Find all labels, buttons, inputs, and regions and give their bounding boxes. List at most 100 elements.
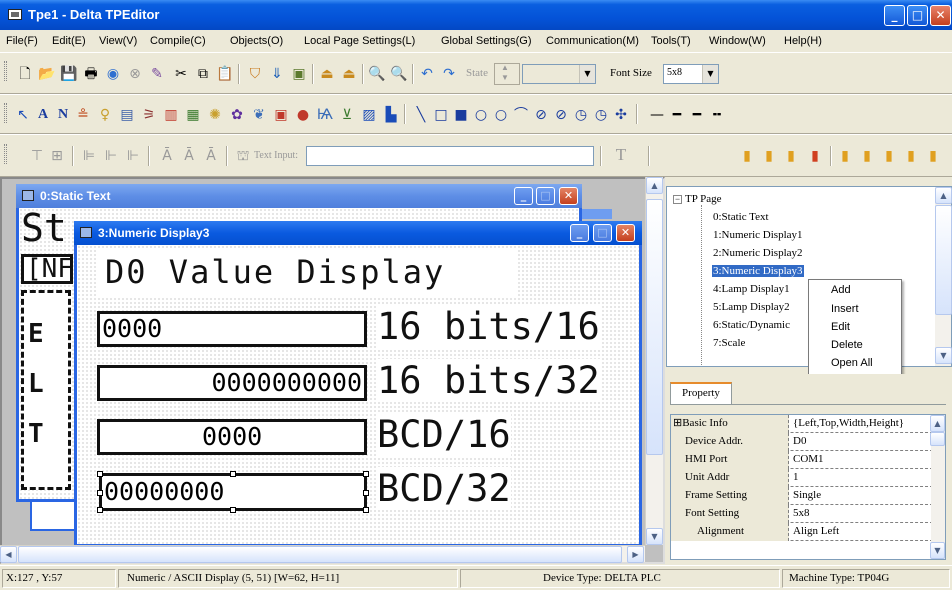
resize-handle[interactable]	[97, 471, 103, 477]
numeric-field-4-selected[interactable]: 00000000	[97, 471, 369, 513]
chevron-down-icon[interactable]: ▼	[702, 65, 718, 83]
align-left-icon[interactable]: ⊫	[80, 148, 98, 164]
line-icon[interactable]: ╲	[412, 107, 430, 123]
scroll-down-icon[interactable]: ▼	[935, 347, 952, 364]
menu-global-settings[interactable]: Global Settings(G)	[441, 35, 531, 47]
align-top-icon[interactable]: ⊤	[28, 148, 46, 164]
static-text-titlebar[interactable]: 0:Static Text _ □ ✕	[16, 184, 582, 208]
scroll-left-icon[interactable]: ◀	[0, 546, 17, 563]
move-down-icon[interactable]: ▮	[858, 148, 876, 164]
resize-handle[interactable]	[363, 507, 369, 513]
context-insert[interactable]: Insert	[831, 303, 859, 315]
menu-help[interactable]: Help(H)	[784, 35, 822, 47]
send-back-icon[interactable]: ▮	[760, 148, 778, 164]
scroll-up-icon[interactable]: ▲	[930, 415, 945, 432]
sector-icon[interactable]: ⊘	[552, 107, 570, 123]
chart-icon[interactable]: ⛉	[246, 66, 264, 82]
tree-item[interactable]: 4:Lamp Display1	[713, 283, 790, 295]
property-row[interactable]: Frame Setting Single	[671, 487, 933, 505]
numeric-display-icon[interactable]: N	[54, 107, 72, 123]
lamp-icon[interactable]: ♀	[96, 107, 114, 123]
align-right-icon[interactable]: ⊩	[124, 148, 142, 164]
download-icon[interactable]: ⇓	[268, 66, 286, 82]
move-more-icon[interactable]: ▮	[924, 148, 942, 164]
button-icon[interactable]: ●	[294, 107, 312, 123]
stop-icon[interactable]: ⊗	[126, 66, 144, 82]
trend-icon[interactable]: ▨	[360, 107, 378, 123]
toolbar-grip[interactable]	[4, 103, 7, 123]
minimize-button[interactable]: _	[884, 5, 905, 26]
property-row[interactable]: HMI Port COM1	[671, 451, 933, 469]
state-dropdown[interactable]: ▼	[522, 64, 596, 84]
input-icon[interactable]: ⊻	[338, 107, 356, 123]
send-backward-icon[interactable]: ▮	[806, 148, 824, 164]
child-close-button[interactable]: ✕	[559, 187, 578, 205]
align-center-v-icon[interactable]: ⊞	[48, 148, 66, 164]
tree-vertical-scrollbar[interactable]: ▲ ▼	[935, 187, 952, 366]
tree-item[interactable]: 1:Numeric Display1	[713, 229, 803, 241]
tree-item[interactable]: 2:Numeric Display2	[713, 247, 803, 259]
property-row[interactable]: Device Addr. D0	[671, 433, 933, 451]
context-delete[interactable]: Delete	[831, 339, 863, 351]
spin-down-icon[interactable]: ▼	[501, 73, 509, 82]
line-style-thin-icon[interactable]: —	[648, 107, 666, 123]
zoom-out-icon[interactable]: 🔍	[390, 66, 408, 82]
polygon-icon[interactable]: ◷	[592, 107, 610, 123]
spin-up-icon[interactable]: ▲	[501, 63, 509, 72]
menu-local-page-settings[interactable]: Local Page Settings(L)	[304, 35, 415, 47]
font-size-dropdown[interactable]: 5x8 ▼	[663, 64, 719, 84]
numeric-display-canvas[interactable]: D0 Value Display 0000 16 bits/16 0000000…	[77, 245, 639, 544]
menu-view[interactable]: View(V)	[99, 35, 137, 47]
download-hmi-icon[interactable]: ⏏	[340, 66, 358, 82]
property-row[interactable]: ⊞Basic Info {Left,Top,Width,Height}	[671, 415, 933, 433]
tree-item[interactable]: 7:Scale	[713, 337, 745, 349]
filled-rectangle-icon[interactable]: ■	[452, 107, 470, 123]
child-maximize-button[interactable]: □	[593, 224, 612, 242]
open-folder-icon[interactable]: 📂	[38, 66, 56, 82]
property-grid[interactable]: ⊞Basic Info {Left,Top,Width,Height} Devi…	[670, 414, 946, 560]
tree-item[interactable]: 5:Lamp Display2	[713, 301, 790, 313]
numeric-field-3[interactable]: 0000	[97, 419, 367, 455]
property-row[interactable]: Alignment Align Left	[671, 523, 933, 541]
property-value[interactable]: D0	[793, 433, 931, 450]
heading-text-object[interactable]: D0 Value Display	[97, 249, 517, 297]
move-up-icon[interactable]: ▮	[836, 148, 854, 164]
static-side-box[interactable]: E L T	[21, 290, 71, 490]
group-icon[interactable]: ⛫	[234, 148, 252, 164]
resize-handle[interactable]	[363, 471, 369, 477]
scroll-thumb[interactable]	[930, 432, 945, 446]
line-style-thick-icon[interactable]: ━	[688, 107, 706, 123]
chevron-down-icon[interactable]: ▼	[579, 65, 595, 83]
property-value[interactable]: 1	[793, 469, 931, 486]
tree-item-selected[interactable]: 3:Numeric Display3	[712, 265, 804, 277]
alarm-icon[interactable]: ❦	[250, 107, 268, 123]
resize-handle[interactable]	[230, 507, 236, 513]
resize-handle[interactable]	[97, 507, 103, 513]
cut-icon[interactable]: ✂	[172, 66, 190, 82]
bring-front-icon[interactable]: ▮	[738, 148, 756, 164]
scroll-down-icon[interactable]: ▼	[646, 528, 663, 545]
toolbar-grip[interactable]	[4, 144, 7, 164]
meter-icon[interactable]: ▦	[184, 107, 202, 123]
mdi-vertical-scrollbar[interactable]: ▲ ▼	[645, 177, 663, 545]
tree-root[interactable]: TP Page	[685, 193, 722, 205]
scroll-thumb[interactable]	[935, 205, 952, 315]
property-value[interactable]: COM1	[793, 451, 931, 468]
select-pointer-icon[interactable]: ↖	[14, 107, 32, 123]
align-center-h-icon[interactable]: ⊩	[102, 148, 120, 164]
clock-icon[interactable]: ▣	[272, 107, 290, 123]
save-icon[interactable]: 💾	[60, 66, 78, 82]
arc-icon[interactable]: ⌒	[512, 107, 530, 123]
text-tool-icon[interactable]: T	[612, 146, 630, 163]
expand-icon[interactable]: ⊞	[673, 417, 682, 429]
freeform-icon[interactable]: ✣	[612, 107, 630, 123]
property-scrollbar[interactable]: ▲ ▼	[930, 415, 945, 559]
undo-icon[interactable]: ↶	[418, 66, 436, 82]
property-value[interactable]: 5x8	[793, 505, 931, 522]
same-size-icon[interactable]: Ā	[202, 148, 220, 164]
property-tab[interactable]: Property	[670, 382, 732, 404]
scroll-up-icon[interactable]: ▲	[935, 187, 952, 204]
space-evenly-v-icon[interactable]: Ā	[180, 148, 198, 164]
child-minimize-button[interactable]: _	[514, 187, 533, 205]
context-edit[interactable]: Edit	[831, 321, 850, 333]
